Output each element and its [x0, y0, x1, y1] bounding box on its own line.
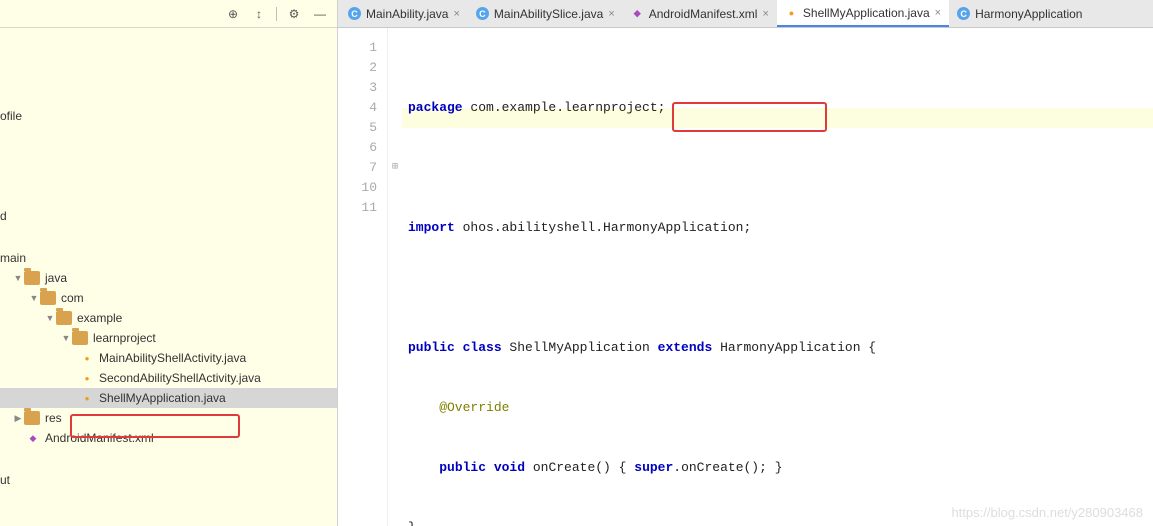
highlight-box-tree — [70, 414, 240, 438]
close-icon[interactable]: × — [608, 8, 614, 20]
target-icon[interactable]: ⊕ — [224, 5, 242, 23]
java-file-icon — [80, 391, 94, 405]
tab-harmonyapplication[interactable]: CHarmonyApplication — [949, 0, 1090, 27]
tab-shellmyapplication[interactable]: ●ShellMyApplication.java× — [777, 0, 949, 27]
java-file-icon — [80, 351, 94, 365]
editor-area: CMainAbility.java× CMainAbilitySlice.jav… — [338, 0, 1153, 526]
tab-mainability[interactable]: CMainAbility.java× — [340, 0, 468, 27]
tree-item[interactable]: ut — [0, 470, 337, 490]
editor-tabs: CMainAbility.java× CMainAbilitySlice.jav… — [338, 0, 1153, 28]
gear-icon[interactable]: ⚙ — [285, 5, 303, 23]
code-content[interactable]: package com.example.learnproject; import… — [402, 28, 1153, 526]
tree-folder-com[interactable]: ▼com — [0, 288, 337, 308]
java-file-icon — [80, 371, 94, 385]
tab-androidmanifest[interactable]: ◆AndroidManifest.xml× — [623, 0, 777, 27]
collapse-icon[interactable]: ↕ — [250, 5, 268, 23]
project-tree[interactable]: ofile d main ▼java ▼com ▼example ▼learnp… — [0, 28, 337, 498]
folder-icon — [24, 411, 40, 425]
folder-icon — [24, 271, 40, 285]
tree-item[interactable]: main — [0, 248, 337, 268]
java-icon: ● — [785, 6, 798, 19]
tree-file-selected[interactable]: ShellMyApplication.java — [0, 388, 337, 408]
hide-icon[interactable]: — — [311, 5, 329, 23]
tree-folder-example[interactable]: ▼example — [0, 308, 337, 328]
folder-icon — [72, 331, 88, 345]
class-icon: C — [957, 7, 970, 20]
close-icon[interactable]: × — [453, 8, 459, 20]
xml-file-icon — [26, 431, 40, 445]
fold-icon[interactable]: ⊞ — [388, 158, 402, 178]
tree-item[interactable]: ofile — [0, 106, 337, 126]
tab-mainabilityslice[interactable]: CMainAbilitySlice.java× — [468, 0, 623, 27]
sidebar-toolbar: ⊕ ↕ ⚙ — — [0, 0, 337, 28]
tree-file[interactable]: SecondAbilityShellActivity.java — [0, 368, 337, 388]
class-icon: C — [476, 7, 489, 20]
class-icon: C — [348, 7, 361, 20]
code-editor[interactable]: 1 2 3 4 5 6 7 10 11 ⊞ package com.exampl… — [338, 28, 1153, 526]
fold-gutter: ⊞ — [388, 28, 402, 526]
tree-file[interactable]: MainAbilityShellActivity.java — [0, 348, 337, 368]
project-sidebar: ⊕ ↕ ⚙ — ofile d main ▼java ▼com ▼example… — [0, 0, 338, 526]
toolbar-separator — [276, 7, 277, 21]
watermark: https://blog.csdn.net/y280903468 — [951, 505, 1143, 520]
close-icon[interactable]: × — [762, 8, 768, 20]
line-gutter: 1 2 3 4 5 6 7 10 11 — [338, 28, 388, 526]
highlight-box-code — [672, 102, 827, 132]
close-icon[interactable]: × — [935, 7, 941, 19]
tree-folder-learnproject[interactable]: ▼learnproject — [0, 328, 337, 348]
xml-icon: ◆ — [631, 7, 644, 20]
folder-icon — [40, 291, 56, 305]
tree-folder-java[interactable]: ▼java — [0, 268, 337, 288]
tree-item[interactable]: d — [0, 206, 337, 226]
folder-icon — [56, 311, 72, 325]
